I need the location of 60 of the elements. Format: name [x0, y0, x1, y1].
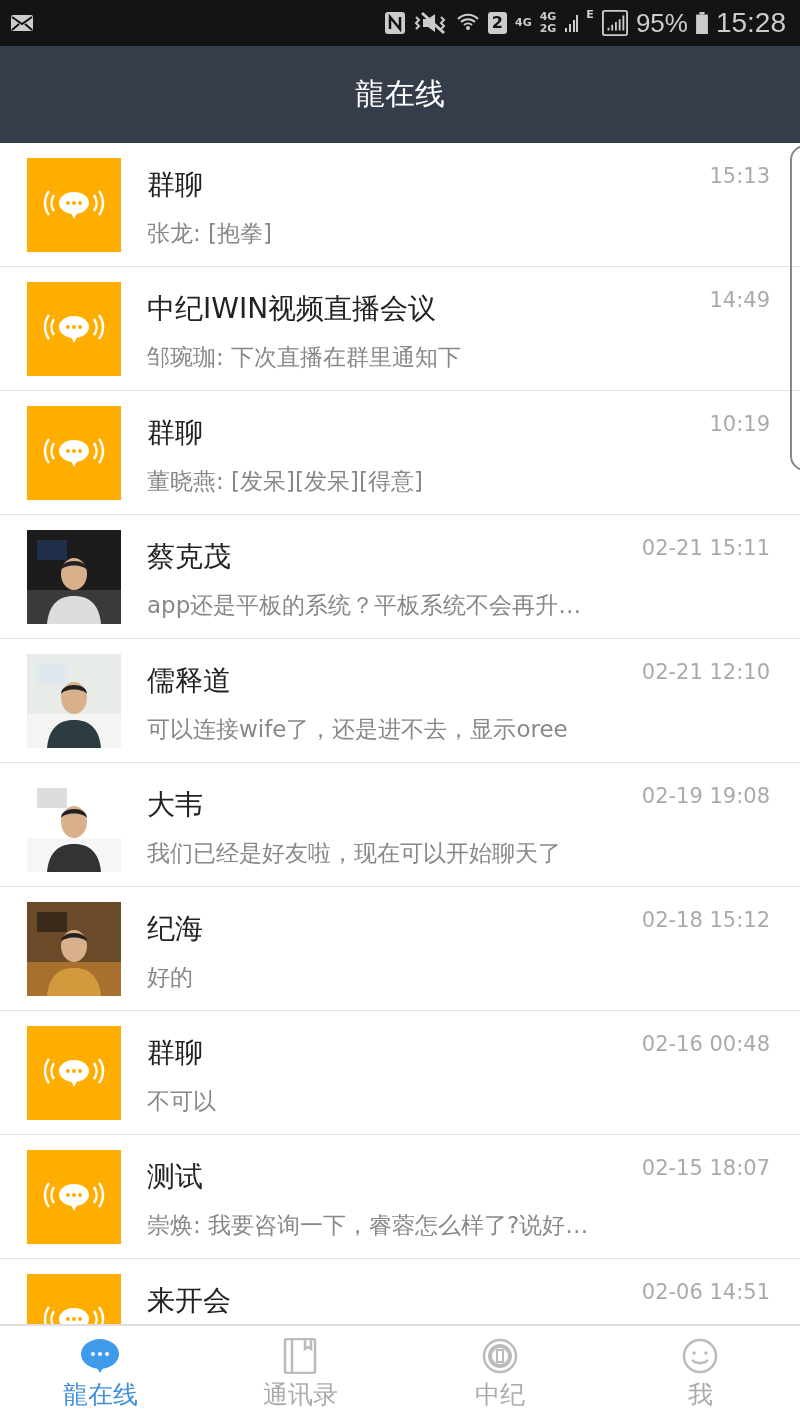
message-preview: 好的	[147, 963, 194, 992]
message-preview: 可以连接wife了，还是进不去，显示oree	[147, 715, 569, 744]
chat-row[interactable]: 大韦 02-19 19:08 我们已经是好友啦，现在可以开始聊天了	[0, 763, 800, 887]
coin-icon	[480, 1337, 520, 1374]
chat-name: 儒释道	[147, 663, 231, 699]
mute-icon	[413, 11, 448, 35]
chat-name: 测试	[147, 1159, 203, 1195]
network-label: E	[586, 8, 594, 21]
chat-time: 02-15 18:07	[641, 1156, 770, 1180]
group-chat-icon	[27, 282, 121, 376]
message-preview: 我们已经是好友啦，现在可以开始聊天了	[147, 839, 562, 868]
smiley-icon	[680, 1337, 720, 1374]
chat-name: 蔡克茂	[147, 539, 231, 575]
signal-icon	[601, 10, 628, 36]
network-label: 4G	[515, 17, 532, 29]
chat-time: 02-21 12:10	[641, 660, 770, 684]
group-chat-icon	[27, 158, 121, 252]
chat-row[interactable]: 群聊 10:19 董晓燕: [发呆][发呆][得意]	[0, 391, 800, 515]
chat-row[interactable]: 测试 02-15 18:07 崇焕: 我要咨询一下，睿蓉怎么样了?说好…	[0, 1135, 800, 1259]
chat-time: 02-16 00:48	[641, 1032, 770, 1056]
group-chat-icon	[27, 1150, 121, 1244]
chat-name: 中纪IWIN视频直播会议	[147, 291, 437, 327]
chat-name: 来开会	[147, 1283, 231, 1319]
network-label: 4G	[539, 11, 557, 23]
message-preview: 董晓燕: [发呆][发呆][得意]	[147, 467, 424, 496]
signal-icon	[564, 13, 579, 33]
chat-row[interactable]: 纪海 02-18 15:12 好的	[0, 887, 800, 1011]
chat-row[interactable]: 中纪IWIN视频直播会议 14:49 邹琬珈: 下次直播在群里通知下	[0, 267, 800, 391]
chat-bubble-icon	[80, 1337, 120, 1374]
group-chat-icon	[27, 406, 121, 500]
chat-time: 14:49	[709, 288, 770, 312]
chat-row[interactable]: 儒释道 02-21 12:10 可以连接wife了，还是进不去，显示oree	[0, 639, 800, 763]
group-chat-icon	[27, 1026, 121, 1120]
chat-time: 15:13	[709, 164, 770, 188]
header-title: 龍在线	[355, 75, 445, 113]
network-label: 2G	[539, 23, 557, 35]
chat-time: 02-06 14:51	[641, 1280, 770, 1304]
chat-time: 02-21 15:11	[641, 536, 770, 560]
chat-row[interactable]: 蔡克茂 02-21 15:11 app还是平板的系统？平板系统不会再升…	[0, 515, 800, 639]
mail-icon	[10, 14, 34, 32]
clock: 15:28	[715, 7, 786, 39]
battery-percent: 95%	[635, 7, 688, 39]
chat-name: 群聊	[147, 415, 203, 451]
battery-icon	[695, 12, 708, 34]
chat-name: 群聊	[147, 167, 203, 203]
message-preview: 不可以	[147, 1087, 217, 1116]
chat-name: 群聊	[147, 1035, 203, 1071]
chat-time: 10:19	[709, 412, 770, 436]
sim-badge: 2	[487, 12, 507, 34]
chat-row[interactable]: 群聊 02-16 00:48 不可以	[0, 1011, 800, 1135]
chat-name: 大韦	[147, 787, 203, 823]
message-preview: 张龙: [抱拳]	[147, 219, 273, 248]
nfc-icon	[383, 11, 406, 35]
chat-name: 纪海	[147, 911, 203, 947]
chat-row[interactable]: 群聊 15:13 张龙: [抱拳]	[0, 143, 800, 267]
message-preview: 邹琬珈: 下次直播在群里通知下	[147, 343, 463, 372]
chat-time: 02-19 19:08	[641, 784, 770, 808]
message-preview: app还是平板的系统？平板系统不会再升…	[147, 591, 583, 620]
message-preview: 崇焕: 我要咨询一下，睿蓉怎么样了?说好…	[147, 1211, 590, 1240]
chat-time: 02-18 15:12	[641, 908, 770, 932]
